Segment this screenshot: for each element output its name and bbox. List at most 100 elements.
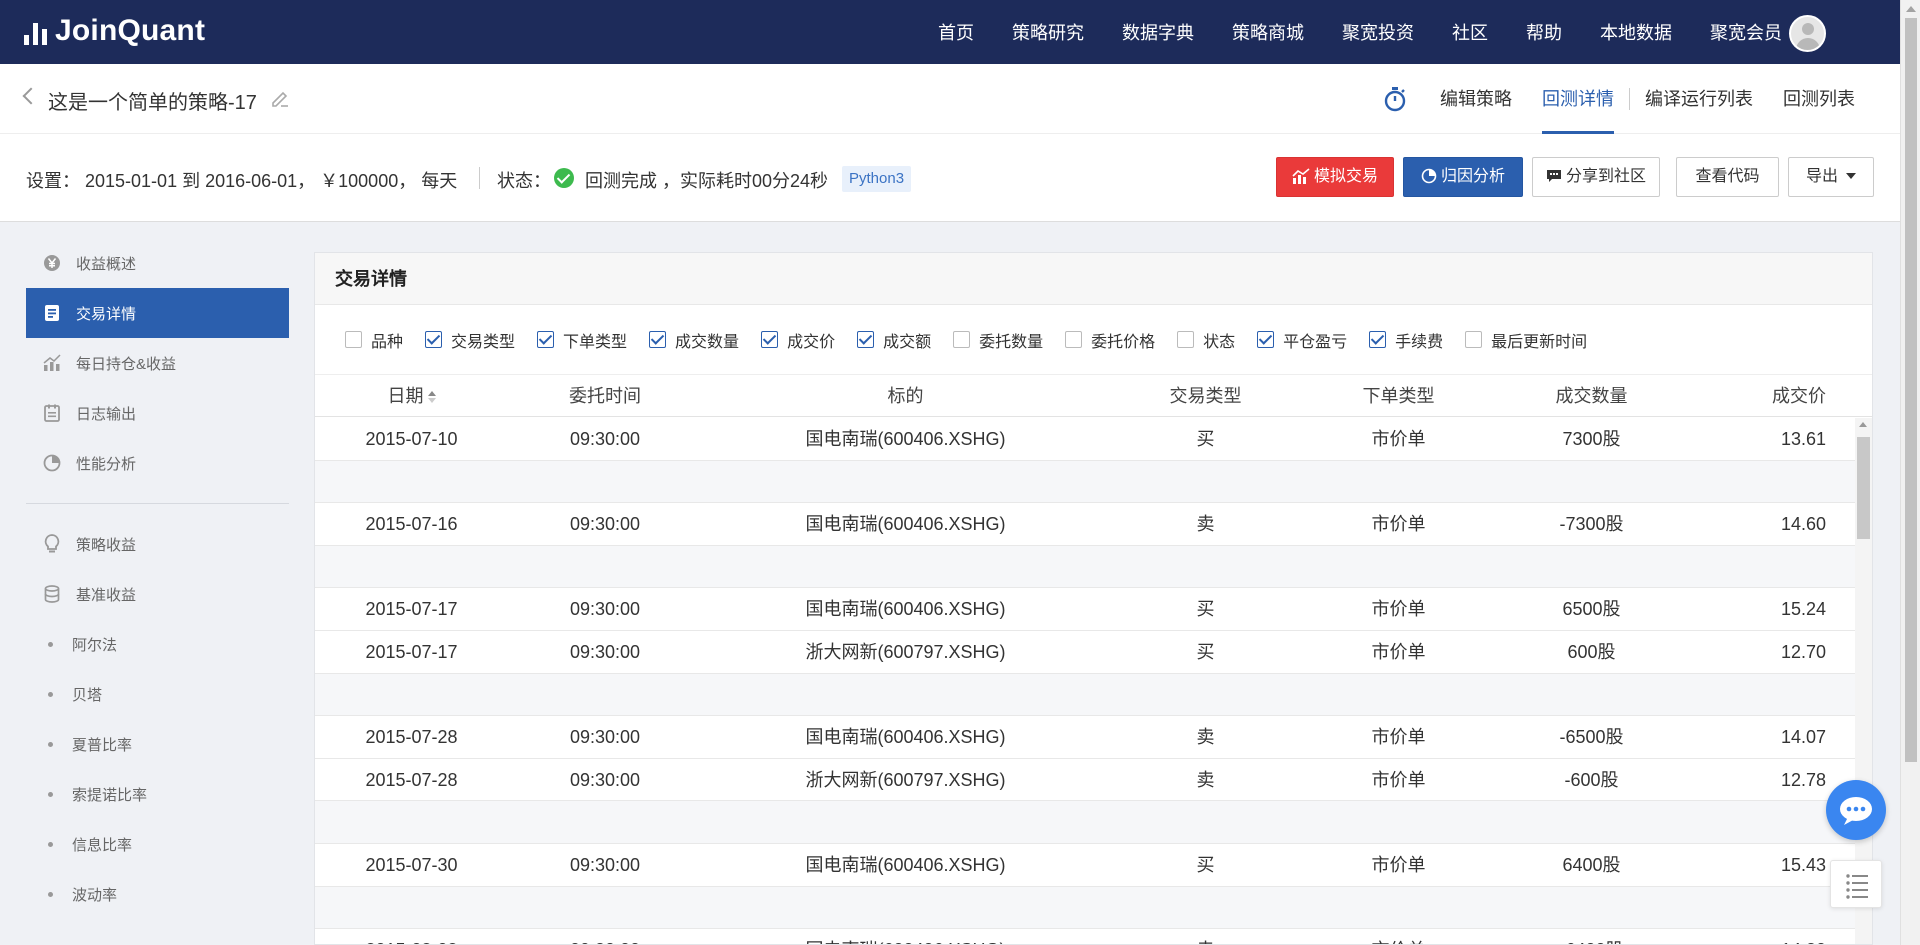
sidebar-item[interactable]: 性能分析 — [26, 438, 289, 488]
sort-icon[interactable] — [427, 391, 436, 403]
filter-checkbox[interactable]: 平仓盈亏 — [1257, 328, 1347, 352]
nav-item[interactable]: 策略研究 — [1012, 19, 1084, 45]
nav-item[interactable]: 首页 — [938, 19, 974, 45]
backtest-info-bar: 设置： 2015-01-01 到 2016-06-01， ￥100000， 每天… — [0, 134, 1900, 222]
nav-item[interactable]: 社区 — [1452, 19, 1488, 45]
checkbox[interactable] — [345, 331, 362, 348]
cell-target: 国电南瑞(600406.XSHG) — [805, 854, 1006, 875]
trade-table-body[interactable]: 2015-07-10 09:30:00 国电南瑞(600406.XSHG) 买市价单 7… — [315, 418, 1855, 944]
back-chevron-icon[interactable] — [22, 87, 40, 105]
table-row[interactable]: 2015-07-17 09:30:00 国电南瑞(600406.XSHG) 买 市价单 6… — [315, 588, 1855, 631]
user-avatar[interactable] — [1789, 15, 1826, 52]
column-header: 标的 — [702, 375, 1109, 417]
checkbox[interactable] — [761, 331, 779, 348]
filter-checkbox[interactable]: 品种 — [345, 328, 403, 352]
filter-checkbox[interactable]: 交易类型 — [425, 328, 515, 352]
filter-checkbox[interactable]: 状态 — [1177, 328, 1235, 352]
table-row[interactable]: 2015-07-10 09:30:00 国电南瑞(600406.XSHG) 买 市价单 7… — [315, 418, 1855, 461]
sidebar-subitem[interactable]: 信息比率 — [26, 819, 289, 869]
export-dropdown-button[interactable]: 导出 — [1788, 157, 1874, 197]
joinquant-logo[interactable]: JoinQuant — [24, 14, 205, 48]
table-of-contents-button[interactable] — [1830, 860, 1882, 908]
table-scroll-up-icon[interactable] — [1859, 422, 1867, 427]
checkbox[interactable] — [1369, 331, 1387, 348]
cell-date: 2015-07-17 — [365, 641, 458, 662]
sidebar-subitem[interactable]: 索提诺比率 — [26, 769, 289, 819]
sidebar-item[interactable]: 交易详情 — [26, 288, 289, 338]
checkbox[interactable] — [1177, 331, 1195, 348]
column-header[interactable]: 日期 — [315, 375, 508, 417]
nav-item[interactable]: 聚宽会员 — [1710, 19, 1782, 45]
nav-item[interactable]: 策略商城 — [1232, 19, 1304, 45]
table-row[interactable]: 2015-08-0309:30:00国电南瑞(600406.XSHG)卖市价单-… — [315, 929, 1855, 944]
tab-backtest-list[interactable]: 回测列表 — [1768, 64, 1870, 134]
sidebar-item[interactable]: 基准收益 — [26, 569, 289, 619]
nav-item[interactable]: 聚宽投资 — [1342, 19, 1414, 45]
share-to-community-button[interactable]: 分享到社区 — [1532, 157, 1660, 197]
scroll-up-arrow-icon[interactable] — [1906, 6, 1916, 12]
cell-target: 国电南瑞(600406.XSHG) — [702, 929, 1109, 944]
sidebar-subitem[interactable]: 贝塔 — [26, 669, 289, 719]
sidebar-subitem[interactable]: 夏普比率 — [26, 719, 289, 769]
table-row[interactable]: 2015-07-30 09:30:00 国电南瑞(600406.XSHG) 买 市价单 6… — [315, 844, 1855, 887]
tab-compile-run-list[interactable]: 编译运行列表 — [1630, 64, 1768, 134]
sidebar-subitem[interactable]: 阿尔法 — [26, 619, 289, 669]
nav-item[interactable]: 数据字典 — [1122, 19, 1194, 45]
view-code-button[interactable]: 查看代码 — [1676, 157, 1779, 197]
filter-checkbox[interactable]: 成交数量 — [649, 328, 739, 352]
table-row[interactable]: 2015-07-17 09:30:00 浙大网新(600797.XSHG) 买 市价单 6… — [315, 631, 1855, 674]
status-success-icon — [554, 168, 574, 188]
filter-checkbox[interactable]: 成交价 — [761, 328, 835, 352]
table-scrollbar-thumb[interactable] — [1857, 437, 1870, 539]
tab-backtest-detail[interactable]: 回测详情 — [1527, 64, 1629, 134]
simulate-trade-button[interactable]: 模拟交易 — [1276, 157, 1394, 197]
table-row[interactable]: 2015-07-28 09:30:00 浙大网新(600797.XSHG) 卖 市价单 -… — [315, 759, 1855, 802]
checkbox[interactable] — [1257, 331, 1275, 348]
cell-trade: 卖 — [1196, 727, 1215, 748]
filter-checkbox[interactable]: 成交额 — [857, 328, 931, 352]
edit-pencil-icon[interactable] — [270, 88, 290, 108]
pie-chart-icon — [42, 453, 62, 473]
sidebar-item[interactable]: 策略收益 — [26, 519, 289, 569]
cell-trade: 买 — [1196, 429, 1215, 449]
chat-button[interactable] — [1826, 780, 1886, 840]
checkbox[interactable] — [1465, 331, 1483, 348]
cell-trade: 卖 — [1196, 514, 1215, 535]
cell-qty: 6500股 — [1562, 599, 1621, 620]
sidebar-item[interactable]: 每日持仓&收益 — [26, 338, 289, 388]
yen-circle-icon — [42, 253, 62, 273]
checkbox[interactable] — [953, 331, 971, 348]
page-scrollbar-thumb[interactable] — [1905, 18, 1917, 762]
sidebar-item[interactable]: 日志输出 — [26, 388, 289, 438]
page-scrollbar[interactable] — [1900, 0, 1920, 945]
tab-edit-strategy[interactable]: 编辑策略 — [1425, 64, 1527, 134]
checkbox[interactable] — [1065, 331, 1083, 348]
cell-date: 2015-07-30 — [365, 854, 458, 875]
filter-checkbox[interactable]: 手续费 — [1369, 328, 1443, 352]
table-row[interactable]: 2015-07-16 09:30:00 国电南瑞(600406.XSHG) 卖 市价单 -… — [315, 503, 1855, 546]
table-row-spacer — [315, 673, 1855, 717]
column-header: 交易类型 — [1109, 375, 1302, 417]
sidebar-item[interactable]: 收益概述 — [26, 238, 289, 288]
filter-checkbox[interactable]: 委托价格 — [1065, 328, 1155, 352]
filter-checkbox[interactable]: 委托数量 — [953, 328, 1043, 352]
checkbox[interactable] — [649, 331, 667, 348]
trend-chart-icon — [1292, 168, 1310, 184]
table-row[interactable]: 2015-07-28 09:30:00 国电南瑞(600406.XSHG) 卖 市价单 -… — [315, 716, 1855, 759]
cell-order: 市价单 — [1371, 641, 1426, 662]
checkbox[interactable] — [857, 331, 875, 348]
attribution-analysis-button[interactable]: 归因分析 — [1403, 157, 1523, 197]
checkbox[interactable] — [537, 331, 555, 348]
cell-price: 13.61 — [1780, 429, 1826, 449]
nav-item[interactable]: 本地数据 — [1600, 19, 1672, 45]
cell-time: 09:30:00 — [569, 514, 641, 535]
sidebar-item-label: 策略收益 — [76, 536, 137, 554]
table-row-spacer — [315, 886, 1855, 930]
filter-checkbox[interactable]: 下单类型 — [537, 328, 627, 352]
comment-icon — [1546, 170, 1561, 182]
checkbox[interactable] — [425, 331, 443, 348]
nav-item[interactable]: 帮助 — [1526, 19, 1562, 45]
filter-checkbox[interactable]: 最后更新时间 — [1465, 328, 1587, 352]
sidebar-subitem[interactable]: 波动率 — [26, 869, 289, 919]
cell-order: 市价单 — [1302, 929, 1495, 944]
